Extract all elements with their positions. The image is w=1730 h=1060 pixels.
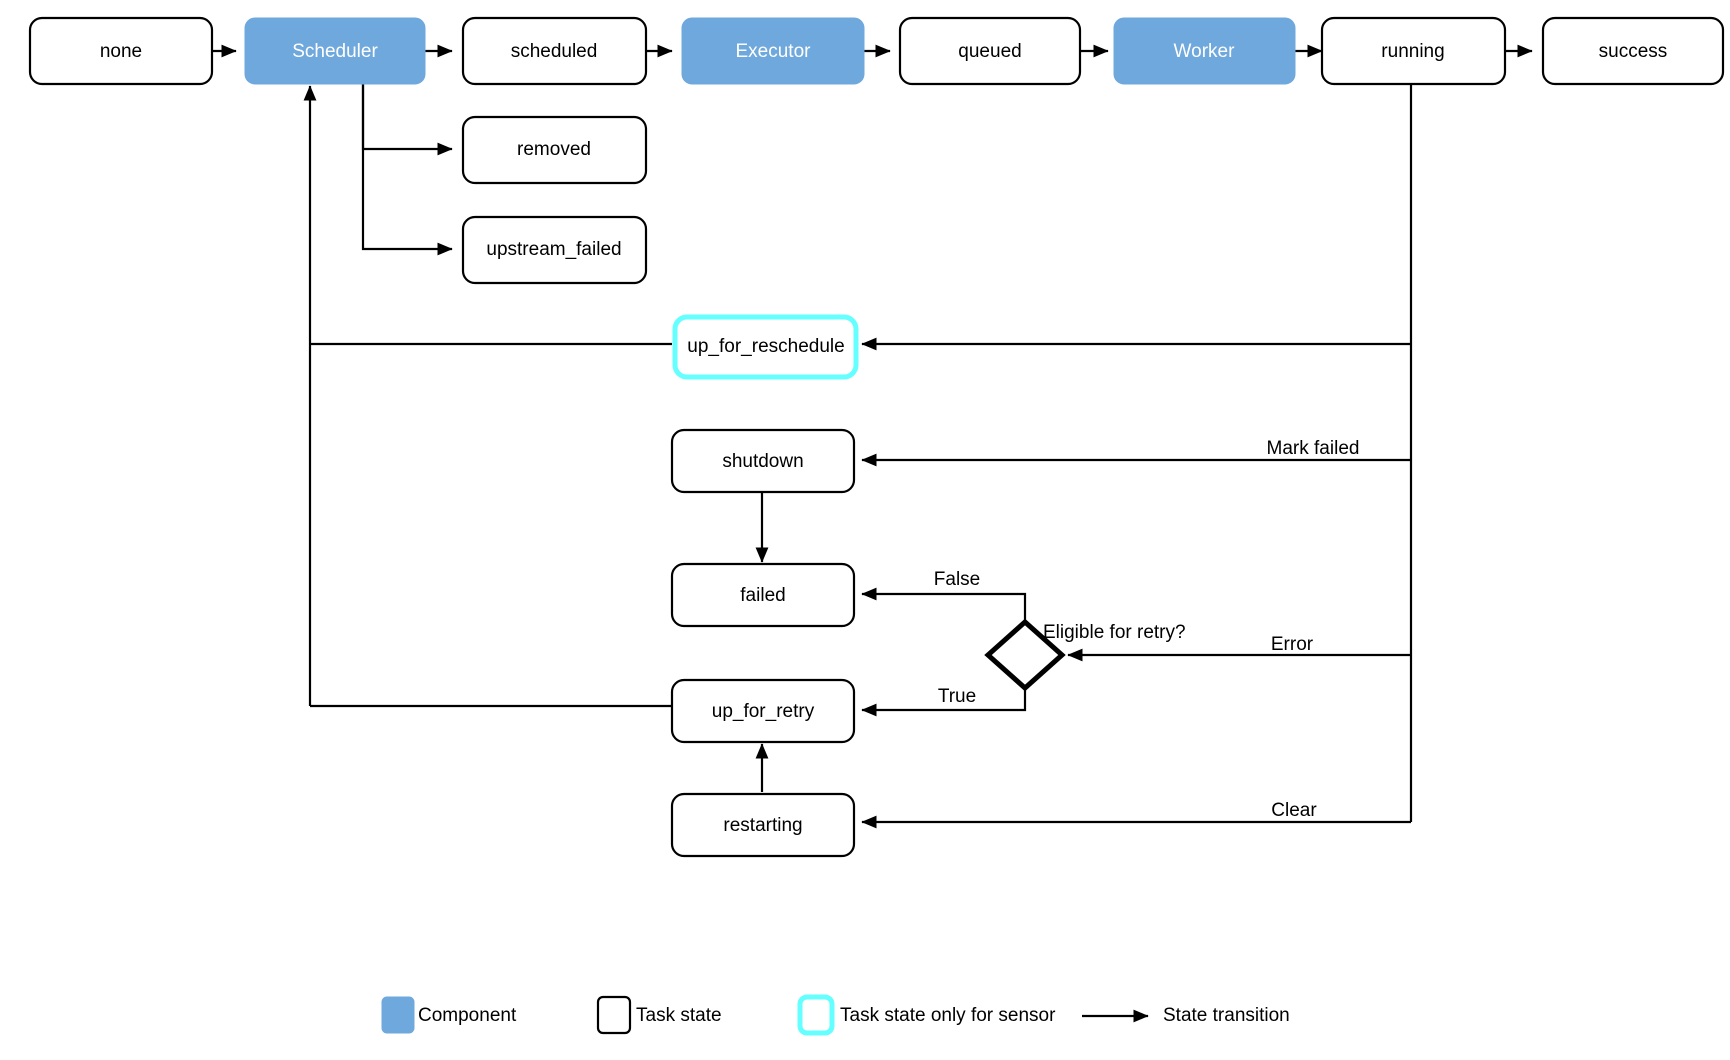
node-up-for-reschedule-label: up_for_reschedule: [687, 336, 844, 357]
edge-label-error: Error: [1271, 634, 1314, 655]
node-success-label: success: [1599, 41, 1668, 62]
legend-label-component: Component: [418, 1005, 517, 1026]
legend-label-state-transition: State transition: [1163, 1005, 1290, 1026]
edge-scheduler-to-removed: [361, 80, 453, 156]
edge-decision-false-to-failed: [861, 587, 1027, 620]
node-up-for-retry-label: up_for_retry: [712, 701, 815, 722]
edge-label-false: False: [934, 569, 980, 590]
node-scheduler[interactable]: Scheduler: [244, 17, 426, 85]
node-worker[interactable]: Worker: [1113, 17, 1296, 85]
legend-swatch-sensor-task-state: [797, 994, 835, 1036]
node-scheduled[interactable]: scheduled: [461, 16, 648, 86]
node-worker-label: Worker: [1174, 41, 1236, 62]
node-failed[interactable]: failed: [670, 562, 856, 628]
flowchart-canvas: none Scheduler scheduled Executor queued…: [28, 16, 1725, 1036]
node-scheduled-label: scheduled: [511, 41, 598, 62]
task-lifecycle-diagram: none Scheduler scheduled Executor queued…: [0, 0, 1730, 1060]
legend-item-task-state: Task state: [596, 995, 722, 1035]
edge-scheduler-to-upstream-failed: [361, 80, 453, 256]
decision-label: Eligible for retry?: [1043, 622, 1186, 643]
legend-item-component: Component: [381, 996, 517, 1034]
node-removed[interactable]: removed: [461, 115, 648, 185]
node-up-for-retry[interactable]: up_for_retry: [670, 678, 856, 744]
node-success[interactable]: success: [1541, 16, 1725, 86]
node-queued-label: queued: [958, 41, 1021, 62]
node-restarting-label: restarting: [723, 815, 802, 836]
node-executor[interactable]: Executor: [681, 17, 865, 85]
node-restarting[interactable]: restarting: [670, 792, 856, 858]
node-none[interactable]: none: [28, 16, 214, 86]
node-shutdown[interactable]: shutdown: [670, 428, 856, 494]
node-running[interactable]: running: [1320, 16, 1507, 86]
node-running-label: running: [1381, 41, 1444, 62]
node-scheduler-label: Scheduler: [292, 41, 378, 62]
legend-item-sensor-task-state: Task state only for sensor: [797, 994, 1056, 1036]
legend-item-state-transition: State transition: [1082, 1005, 1290, 1026]
node-shutdown-label: shutdown: [722, 451, 803, 472]
edge-label-clear: Clear: [1271, 800, 1317, 821]
legend: Component Task state Task state only for…: [381, 994, 1290, 1036]
node-upstream-failed[interactable]: upstream_failed: [461, 215, 648, 285]
edge-label-mark-failed: Mark failed: [1267, 438, 1360, 459]
edge-label-true: True: [938, 686, 976, 707]
node-removed-label: removed: [517, 139, 591, 160]
legend-swatch-task-state: [596, 995, 632, 1035]
node-none-label: none: [100, 41, 142, 62]
node-upstream-failed-label: upstream_failed: [486, 239, 621, 260]
node-up-for-reschedule[interactable]: up_for_reschedule: [672, 314, 859, 380]
node-failed-label: failed: [740, 585, 785, 606]
legend-swatch-component: [381, 996, 415, 1034]
legend-label-sensor-task-state: Task state only for sensor: [840, 1005, 1056, 1026]
legend-label-task-state: Task state: [636, 1005, 722, 1026]
node-queued[interactable]: queued: [898, 16, 1082, 86]
node-executor-label: Executor: [736, 41, 812, 62]
